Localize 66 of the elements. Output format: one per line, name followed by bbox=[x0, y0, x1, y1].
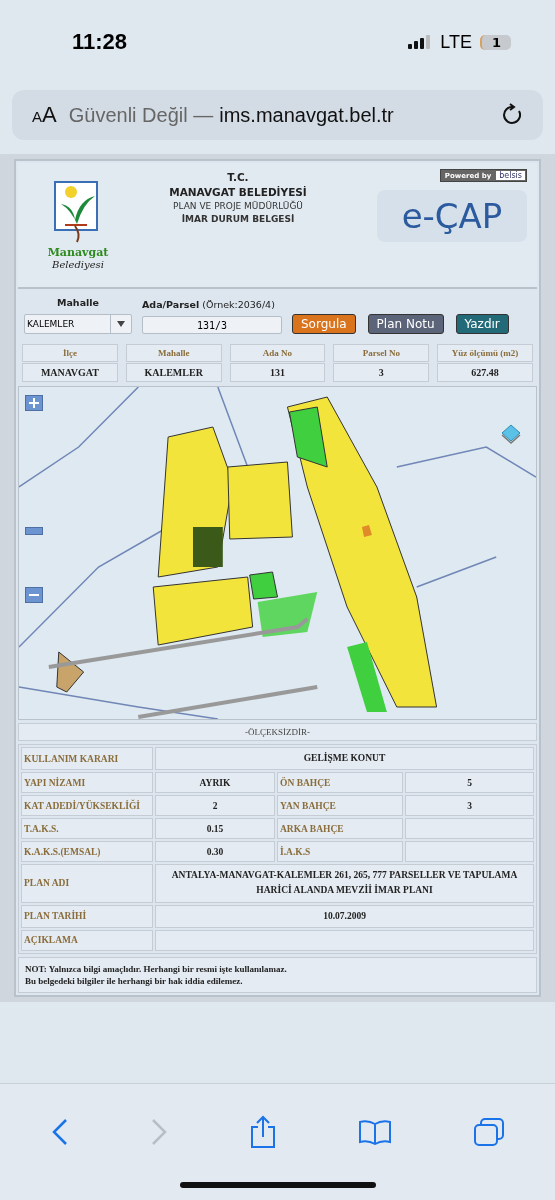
zoom-slider-handle[interactable] bbox=[25, 527, 43, 535]
signal-icon bbox=[408, 35, 433, 49]
battery-level: 1 bbox=[479, 34, 511, 50]
neighborhood-select[interactable]: KALEMLER bbox=[24, 314, 132, 334]
header-line: İMAR DURUM BELGESİ bbox=[181, 214, 295, 224]
row-label: İ.A.K.S bbox=[277, 841, 403, 863]
clock: 11:28 bbox=[72, 29, 128, 55]
table-cell: 3 bbox=[333, 363, 430, 382]
logo-name: Manavgat bbox=[47, 246, 109, 259]
table-cell: 10.07.2009 bbox=[155, 904, 534, 928]
header-line: PLAN VE PROJE MÜDÜRLÜĞÜ bbox=[173, 201, 303, 211]
app-logo: e-ÇAP bbox=[377, 190, 527, 242]
column-header: Mahalle bbox=[125, 344, 222, 362]
row-label: AÇIKLAMA bbox=[21, 929, 153, 951]
column-header: İlçe bbox=[22, 344, 118, 362]
zoom-in-button[interactable] bbox=[25, 395, 43, 411]
share-icon[interactable] bbox=[248, 1115, 277, 1149]
text-size-button[interactable]: AA bbox=[32, 102, 57, 128]
back-icon[interactable] bbox=[50, 1118, 69, 1146]
field-label: Ada/Parsel (Örnek:2036/4) bbox=[142, 299, 276, 310]
parcel-input[interactable]: 131/3 bbox=[142, 316, 282, 334]
dropdown-icon bbox=[117, 321, 125, 327]
table-cell: KALEMLER bbox=[125, 363, 222, 382]
header-line: T.C. bbox=[227, 171, 249, 183]
address-bar[interactable]: AA Güvenli Değil — ims.manavgat.bel.tr bbox=[12, 90, 543, 140]
security-label: Güvenli Değil — bbox=[68, 103, 214, 127]
note-text: NOT: Yalnızca bilgi amaçlıdır. Herhangi bir resmi işte kullanılamaz. bbox=[25, 963, 288, 974]
table-cell: 627.48 bbox=[437, 363, 533, 382]
row-label: YAPI NİZAMI bbox=[21, 772, 153, 794]
column-header: Parsel No bbox=[333, 344, 430, 362]
brand-label: belsis bbox=[496, 171, 525, 180]
column-header: Ada No bbox=[229, 344, 326, 362]
form-button[interactable]: Plan Notu bbox=[367, 314, 444, 334]
layers-icon[interactable] bbox=[500, 423, 522, 445]
logo-subtitle: Belediyesi bbox=[52, 259, 104, 270]
table-cell: 3 bbox=[405, 795, 534, 817]
row-label: PLAN ADI bbox=[21, 864, 153, 903]
row-label: ARKA BAHÇE bbox=[277, 818, 403, 840]
table-cell: 2 bbox=[155, 795, 275, 817]
table-cell: AYRIK bbox=[155, 772, 275, 794]
table-cell: GELİŞME KONUT bbox=[155, 747, 534, 771]
network-label: LTE bbox=[440, 31, 472, 53]
field-label: Mahalle bbox=[57, 297, 99, 308]
zoom-out-button[interactable] bbox=[25, 587, 43, 603]
plus-icon bbox=[29, 398, 39, 408]
row-label: KAT ADEDİ/YÜKSEKLİĞİ bbox=[21, 795, 153, 817]
scale-note: -ÖLÇEKSİZDİR- bbox=[18, 723, 537, 741]
row-label: T.A.K.S. bbox=[21, 818, 153, 840]
tabs-icon[interactable] bbox=[472, 1117, 505, 1147]
form-button[interactable]: Yazdır bbox=[455, 314, 509, 334]
table-cell: 131 bbox=[229, 363, 326, 382]
row-label: K.A.K.S.(EMSAL) bbox=[21, 841, 153, 863]
column-header: Yüz ölçümü (m2) bbox=[437, 344, 533, 362]
table-cell: 5 bbox=[405, 772, 534, 794]
url-text: ims.manavgat.bel.tr bbox=[219, 103, 394, 127]
row-label: ÖN BAHÇE bbox=[277, 772, 403, 794]
row-label: YAN BAHÇE bbox=[277, 795, 403, 817]
book-icon[interactable] bbox=[357, 1119, 392, 1145]
header-line: MANAVGAT BELEDİYESİ bbox=[169, 186, 307, 198]
table-cell: 0.15 bbox=[155, 818, 275, 840]
row-label: PLAN TARİHİ bbox=[21, 904, 153, 928]
table-cell: MANAVGAT bbox=[22, 363, 118, 382]
table-cell: 0.30 bbox=[155, 841, 275, 863]
note-text: Bu belgedeki bilgiler ile herhangi bir hak iddia edilemez. bbox=[25, 975, 244, 986]
row-label: KULLANIM KARARI bbox=[21, 747, 153, 771]
table-cell: ANTALYA-MANAVGAT-KALEMLER 261, 265, 777 PARSELLER VE TAPULAMA HARİCİ ALANDA MEVZİİ İMAR PLANI bbox=[155, 864, 534, 903]
